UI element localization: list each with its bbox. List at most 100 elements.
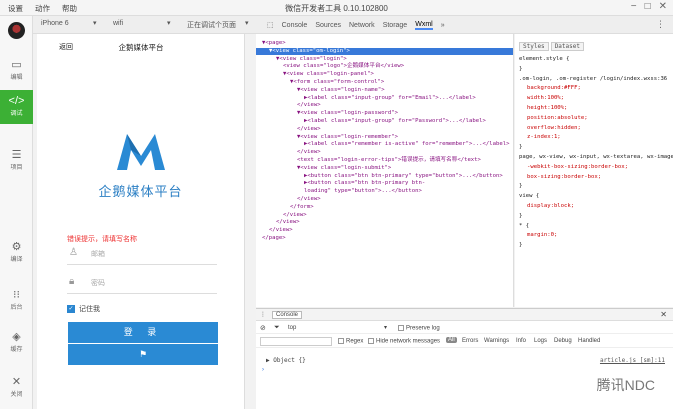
level-errors[interactable]: Errors: [462, 338, 478, 344]
dom-node[interactable]: ▼<view class="login-remember">: [256, 134, 398, 141]
style-property[interactable]: overflow:hidden;: [527, 125, 581, 132]
dom-node[interactable]: ▼<view class="login-panel">: [256, 71, 374, 78]
level-all[interactable]: All: [446, 337, 457, 343]
close-window-icon[interactable]: ✕: [659, 1, 667, 12]
loading-icon: ⚑: [138, 349, 148, 359]
tab-wxml[interactable]: Wxml: [415, 21, 433, 30]
remember-label: 记住我: [79, 306, 100, 313]
dom-node[interactable]: </view>: [256, 219, 300, 226]
tab-storage[interactable]: Storage: [383, 22, 408, 29]
style-property[interactable]: height:100%;: [527, 105, 567, 112]
dom-node[interactable]: loading" type="button">...</button>: [256, 188, 422, 195]
phone-nav-bar: 返回 企鹅媒体平台: [37, 34, 245, 56]
dom-node[interactable]: ▶<label class="input-group" for="Email">…: [256, 95, 476, 102]
password-field[interactable]: 🔒︎ 密码: [67, 270, 217, 294]
drawer-menu-icon[interactable]: ⋮: [260, 311, 266, 318]
sidebar-item-label: 缓存: [10, 347, 23, 353]
sidebar-item-project[interactable]: ☰ 项目: [0, 144, 33, 178]
remember-checkbox[interactable]: ✓ 记住我: [67, 304, 100, 314]
style-selector: page, wx-view, wx-input, wx-textarea, wx…: [519, 154, 673, 160]
console-output-source[interactable]: article.js [sm]:11: [600, 357, 665, 364]
style-property[interactable]: box-sizing:border-box;: [527, 174, 601, 181]
sidebar-item-edit[interactable]: ▭ 编辑: [0, 54, 33, 88]
dom-node[interactable]: </view>: [256, 102, 321, 109]
dom-node[interactable]: ▶<button class="btn btn-primary btn-: [256, 180, 425, 187]
dom-node[interactable]: ▶<label class="input-group" for="Passwor…: [256, 118, 486, 125]
avatar[interactable]: [8, 22, 25, 39]
tab-console[interactable]: Console: [282, 22, 308, 29]
filter-input[interactable]: [260, 337, 332, 346]
console-prompt-icon[interactable]: ›: [262, 367, 264, 373]
chevron-down-icon[interactable]: ▾: [167, 19, 171, 27]
clear-console-icon[interactable]: ⊘: [260, 324, 266, 332]
device-select[interactable]: iPhone 6: [41, 20, 69, 27]
level-debug[interactable]: Debug: [554, 338, 572, 344]
tab-network[interactable]: Network: [349, 22, 375, 29]
dom-node-selected[interactable]: ▼<view class="om-login">: [256, 47, 513, 55]
style-property[interactable]: width:100%;: [527, 95, 564, 102]
dom-node[interactable]: <view class="logo">企鹅媒体平台</view>: [256, 63, 404, 70]
console-filter-bar: Regex Hide network messages All Errors W…: [256, 335, 673, 348]
login-button[interactable]: 登 录: [68, 322, 218, 343]
chevron-down-icon[interactable]: ▾: [93, 19, 97, 27]
level-handled[interactable]: Handled: [578, 338, 600, 344]
close-drawer-icon[interactable]: ✕: [660, 310, 667, 319]
more-options-icon[interactable]: ⋮: [656, 19, 665, 30]
code-icon: ▭: [11, 59, 22, 71]
sidebar-item-compile[interactable]: ⚙ 编译: [0, 236, 33, 270]
dom-node[interactable]: </view>: [256, 212, 307, 219]
dom-node[interactable]: ▶<button class="btn btn-primary" type="b…: [256, 173, 503, 180]
level-logs[interactable]: Logs: [534, 338, 547, 344]
more-tabs-icon[interactable]: »: [441, 22, 445, 29]
style-property[interactable]: -webkit-box-sizing:border-box;: [527, 164, 628, 171]
dom-node[interactable]: <text class="login-error-tips">错误提示，请填写名…: [256, 157, 481, 164]
sidebar-item-background[interactable]: ⁝⁝ 后台: [0, 284, 33, 318]
dom-node[interactable]: ▼<view class="login">: [256, 56, 347, 63]
dom-node[interactable]: ▼<page>: [256, 40, 286, 47]
style-property[interactable]: background:#FFF;: [527, 85, 581, 92]
dom-node[interactable]: </view>: [256, 126, 321, 133]
minimize-icon[interactable]: −: [631, 1, 637, 12]
chevron-down-icon[interactable]: ▾: [384, 324, 387, 331]
network-select[interactable]: wifi: [113, 20, 123, 27]
dom-node[interactable]: ▼<view class="login-password">: [256, 110, 398, 117]
watermark: 腾讯NDC: [596, 377, 655, 393]
dom-node[interactable]: </form>: [256, 204, 314, 211]
console-output-line[interactable]: ▶ Object {}: [266, 357, 306, 364]
style-property[interactable]: margin:0;: [527, 232, 557, 239]
style-property[interactable]: position:absolute;: [527, 115, 588, 122]
filter-icon[interactable]: ⏷: [274, 324, 280, 332]
sidebar-item-cache[interactable]: ◈ 缓存: [0, 326, 33, 360]
dom-node[interactable]: ▼<form class="form-control">: [256, 79, 384, 86]
sidebar-item-label: 调试: [10, 111, 23, 117]
dom-node[interactable]: ▶<label class="remember is-active" for="…: [256, 141, 509, 148]
loading-button[interactable]: ⚑: [68, 344, 218, 365]
maximize-icon[interactable]: □: [645, 1, 651, 12]
sidebar-item-close[interactable]: ✕ 关闭: [0, 371, 33, 405]
style-property[interactable]: display:block;: [527, 203, 574, 210]
hide-network-checkbox[interactable]: Hide network messages: [368, 338, 440, 345]
inspect-icon[interactable]: ⬚: [267, 21, 274, 29]
dom-node[interactable]: ▼<view class="login-submit">: [256, 165, 391, 172]
sidebar-item-debug[interactable]: </> 调试: [0, 90, 33, 124]
email-field[interactable]: ♙ 邮箱: [67, 241, 217, 265]
dom-node[interactable]: </view>: [256, 227, 293, 234]
dom-node[interactable]: </page>: [256, 235, 286, 242]
page-select[interactable]: 正在调试个页面: [187, 20, 236, 30]
tab-styles[interactable]: Styles: [519, 42, 549, 51]
dom-node[interactable]: </view>: [256, 149, 321, 156]
sidebar-item-label: 项目: [10, 165, 23, 171]
window-controls: − □ ✕: [631, 1, 667, 12]
preserve-log-checkbox[interactable]: Preserve log: [398, 325, 440, 332]
level-info[interactable]: Info: [516, 338, 526, 344]
level-warnings[interactable]: Warnings: [484, 338, 509, 344]
context-select[interactable]: top: [288, 325, 296, 331]
regex-checkbox[interactable]: Regex: [338, 338, 363, 345]
tab-sources[interactable]: Sources: [315, 22, 341, 29]
chevron-down-icon[interactable]: ▾: [245, 19, 249, 27]
tab-console-drawer[interactable]: Console: [272, 311, 303, 319]
style-property[interactable]: z-index:1;: [527, 134, 561, 141]
tab-dataset[interactable]: Dataset: [550, 42, 584, 51]
dom-node[interactable]: </view>: [256, 196, 321, 203]
dom-node[interactable]: ▼<view class="login-name">: [256, 87, 385, 94]
